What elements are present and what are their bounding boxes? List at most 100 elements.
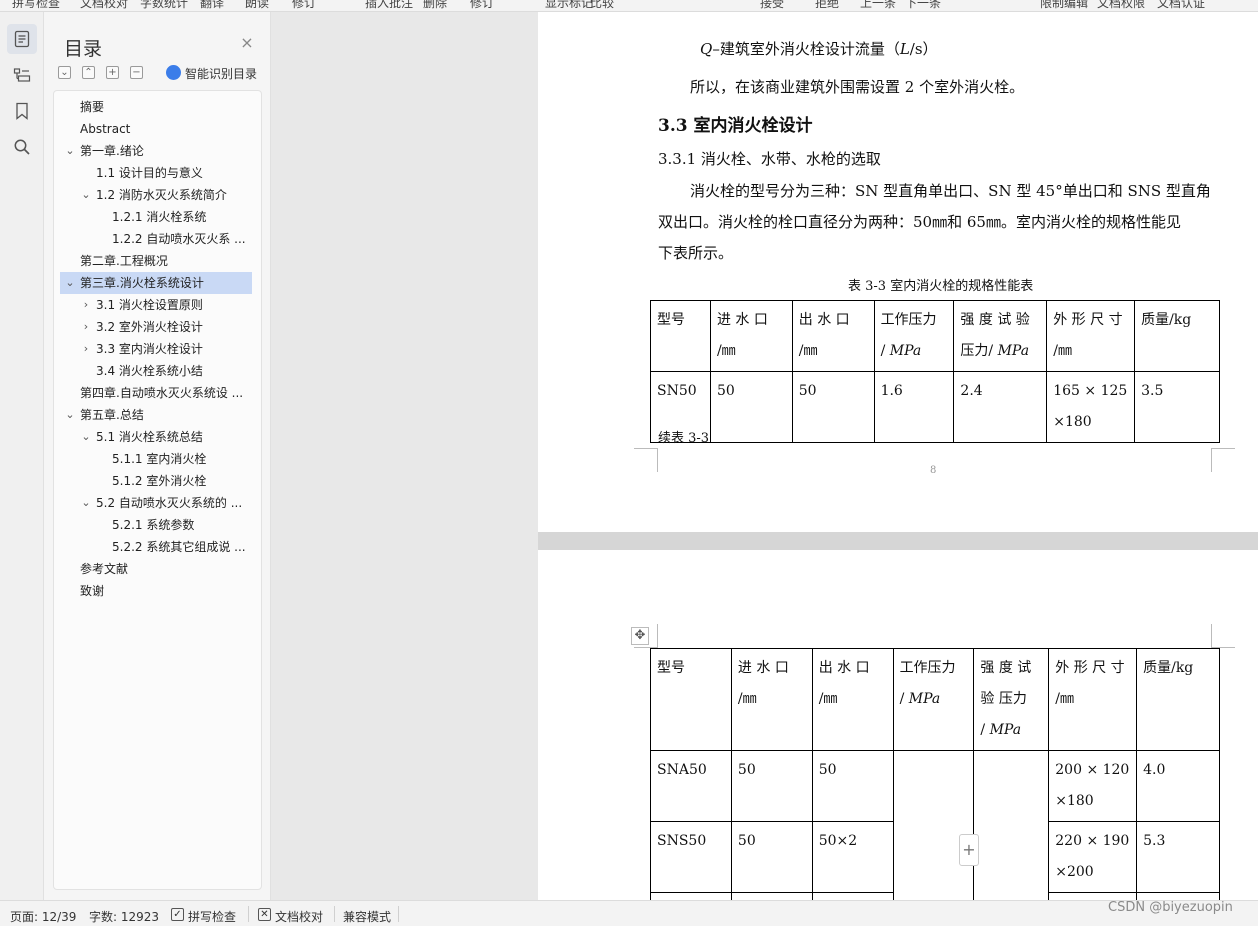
toc-item[interactable]: 3.4 消火栓系统小结 bbox=[60, 360, 252, 382]
table-cell[interactable]: 50×2 bbox=[811, 821, 894, 893]
chevron-right-icon[interactable]: › bbox=[80, 316, 92, 338]
toc-item[interactable]: 1.2.1 消火栓系统 bbox=[60, 206, 252, 228]
remove-heading-icon[interactable]: − bbox=[130, 66, 143, 79]
table-header-cell[interactable]: 质量/kg bbox=[1136, 648, 1220, 751]
toc-item[interactable]: Abstract bbox=[60, 118, 252, 140]
toc-item[interactable]: 参考文献 bbox=[60, 558, 252, 580]
page-indicator[interactable]: 页面: 12/39 bbox=[10, 908, 76, 925]
table-cell[interactable]: 1.6 bbox=[873, 371, 955, 443]
toolbar-item[interactable]: 文档权限 bbox=[1097, 0, 1145, 11]
toc-item[interactable]: 5.1.1 室内消火栓 bbox=[60, 448, 252, 470]
document-area[interactable]: Q–建筑室外消火栓设计流量（L/s） 所以，在该商业建筑外围需设置 2 个室外消… bbox=[271, 12, 1258, 900]
add-column-button[interactable]: + bbox=[959, 834, 979, 866]
table-cell[interactable]: 50 bbox=[730, 821, 813, 893]
table-cell[interactable]: 190 × 140 bbox=[1048, 892, 1138, 900]
chevron-down-icon[interactable]: ⌄ bbox=[64, 140, 76, 162]
table-cell[interactable]: 165 × 125 ×180 bbox=[1046, 371, 1136, 443]
toolbar-item[interactable]: 接受 bbox=[760, 0, 784, 11]
chevron-down-icon[interactable]: ⌄ bbox=[64, 272, 76, 294]
toc-item[interactable]: 致谢 bbox=[60, 580, 252, 602]
toc-item[interactable]: › 3.1 消火栓设置原则 bbox=[60, 294, 252, 316]
chevron-down-icon[interactable]: ⌄ bbox=[80, 184, 92, 206]
word-count[interactable]: 字数: 12923 bbox=[89, 908, 159, 925]
toolbar-item[interactable]: 拼写检查 bbox=[12, 0, 60, 11]
table-header-cell[interactable]: 工作压力 / MPa bbox=[892, 648, 975, 751]
chevron-right-icon[interactable]: › bbox=[80, 338, 92, 360]
table-header-cell[interactable]: 出 水 口/㎜ bbox=[811, 648, 894, 751]
close-icon[interactable]: × bbox=[240, 35, 254, 51]
table-header-cell[interactable]: 外 形 尺 寸/㎜ bbox=[1048, 648, 1138, 751]
table-cell[interactable]: 50 bbox=[730, 750, 813, 822]
expand-up-icon[interactable]: ⌃ bbox=[82, 66, 95, 79]
table-header-cell[interactable]: 质量/kg bbox=[1134, 300, 1220, 372]
table-cell[interactable]: SNS50 bbox=[650, 821, 732, 893]
toc-item[interactable]: ⌄ 5.2 自动喷水灭火系统的 ... bbox=[60, 492, 252, 514]
collapse-all-icon[interactable]: ⌄ bbox=[58, 66, 71, 79]
spec-table[interactable]: 型号进 水 口/㎜出 水 口/㎜ 工作压力 / MPa 强 度 试 验压力/ MPa 外… bbox=[650, 300, 1220, 443]
table-header-cell[interactable]: 型号 bbox=[650, 648, 732, 751]
table-cell[interactable]: 4.0 bbox=[1136, 750, 1220, 822]
bookmark-icon[interactable] bbox=[7, 96, 37, 126]
toolbar-item[interactable]: 上一条 bbox=[860, 0, 896, 11]
table-cell[interactable]: 50 bbox=[811, 750, 894, 822]
table-header-cell[interactable]: 出 水 口/㎜ bbox=[791, 300, 875, 372]
spec-table-continued[interactable]: 型号进 水 口/㎜出 水 口/㎜ 工作压力 / MPa 强 度 试验 压力 / MPa 外… bbox=[650, 648, 1220, 900]
smart-toc-icon[interactable] bbox=[166, 65, 181, 80]
table-move-handle-icon[interactable]: ✥ bbox=[631, 627, 649, 645]
table-cell[interactable]: 5.0 bbox=[1136, 892, 1220, 900]
toolbar-item[interactable]: 修订 bbox=[470, 0, 494, 11]
toc-item[interactable]: ⌄ 5.1 消火栓系统总结 bbox=[60, 426, 252, 448]
chevron-down-icon[interactable]: ⌄ bbox=[64, 404, 76, 426]
table-header-cell[interactable]: 外 形 尺 寸/㎜ bbox=[1046, 300, 1136, 372]
table-cell[interactable]: SN50 bbox=[650, 892, 732, 900]
toolbar-item[interactable]: 拒绝 bbox=[815, 0, 839, 11]
table-cell[interactable]: 50 bbox=[709, 371, 793, 443]
table-cell[interactable]: 5.3 bbox=[1136, 821, 1220, 893]
document-page[interactable]: ✥ 型号进 水 口/㎜出 水 口/㎜ 工作压力 / MPa 强 度 试验 压力 / MP… bbox=[538, 550, 1258, 900]
merged-table-cell[interactable]: 1.6 bbox=[892, 750, 975, 900]
toolbar-item[interactable]: 比较 bbox=[590, 0, 614, 11]
nav-pane-icon[interactable] bbox=[7, 60, 37, 90]
chevron-down-icon[interactable]: ⌄ bbox=[80, 426, 92, 448]
table-header-cell[interactable]: 工作压力 / MPa bbox=[873, 300, 955, 372]
table-cell[interactable]: 50 bbox=[791, 371, 875, 443]
table-cell[interactable]: 3.5 bbox=[1134, 371, 1220, 443]
toc-item[interactable]: 摘要 bbox=[60, 96, 252, 118]
toc-item[interactable]: › 3.3 室内消火栓设计 bbox=[60, 338, 252, 360]
toolbar-item[interactable]: 字数统计 bbox=[140, 0, 188, 11]
toc-item[interactable]: ⌄ 第一章.绪论 bbox=[60, 140, 252, 162]
toc-item[interactable]: ⌄ 第三章.消火栓系统设计 bbox=[60, 272, 252, 294]
toolbar-item[interactable]: 下一条 bbox=[905, 0, 941, 11]
toc-item[interactable]: 第二章.工程概况 bbox=[60, 250, 252, 272]
toc-item[interactable]: ⌄ 第五章.总结 bbox=[60, 404, 252, 426]
table-cell[interactable]: 2.4 bbox=[953, 371, 1048, 443]
toc-item[interactable]: 5.1.2 室外消火栓 bbox=[60, 470, 252, 492]
toc-item[interactable]: › 3.2 室外消火栓设计 bbox=[60, 316, 252, 338]
table-cell[interactable]: 200 × 120 ×180 bbox=[1048, 750, 1138, 822]
search-icon[interactable] bbox=[7, 132, 37, 162]
table-cell[interactable]: 220 × 190 ×200 bbox=[1048, 821, 1138, 893]
proofread-button[interactable]: 文档校对 bbox=[275, 908, 323, 925]
toolbar-item[interactable]: 文档校对 bbox=[80, 0, 128, 11]
spell-check-button[interactable]: 拼写检查 bbox=[188, 908, 236, 925]
table-cell[interactable]: SNA50 bbox=[650, 750, 732, 822]
toc-item[interactable]: 1.1 设计目的与意义 bbox=[60, 162, 252, 184]
add-heading-icon[interactable]: + bbox=[106, 66, 119, 79]
toc-item[interactable]: 第四章.自动喷水灭火系统设 ... bbox=[60, 382, 252, 404]
merged-table-cell[interactable]: 2.4 bbox=[973, 750, 1050, 900]
toc-item[interactable]: 5.2.1 系统参数 bbox=[60, 514, 252, 536]
toolbar-item[interactable]: 文档认证 bbox=[1157, 0, 1205, 11]
toc-item[interactable]: 5.2.2 系统其它组成说 ... bbox=[60, 536, 252, 558]
toolbar-item[interactable]: 朗读 bbox=[245, 0, 269, 11]
table-header-cell[interactable]: 进 水 口/㎜ bbox=[730, 648, 813, 751]
outline-icon[interactable] bbox=[7, 24, 37, 54]
table-header-cell[interactable]: 强 度 试 验压力/ MPa bbox=[953, 300, 1048, 372]
toolbar-item[interactable]: 修订 bbox=[292, 0, 316, 11]
toolbar-item[interactable]: 插入批注 bbox=[365, 0, 413, 11]
table-cell[interactable]: 65 bbox=[730, 892, 813, 900]
document-page[interactable]: Q–建筑室外消火栓设计流量（L/s） 所以，在该商业建筑外围需设置 2 个室外消… bbox=[538, 12, 1258, 532]
chevron-right-icon[interactable]: › bbox=[80, 294, 92, 316]
toolbar-item[interactable]: 翻译 bbox=[200, 0, 224, 11]
chevron-down-icon[interactable]: ⌄ bbox=[80, 492, 92, 514]
toolbar-item[interactable]: 删除 bbox=[423, 0, 447, 11]
